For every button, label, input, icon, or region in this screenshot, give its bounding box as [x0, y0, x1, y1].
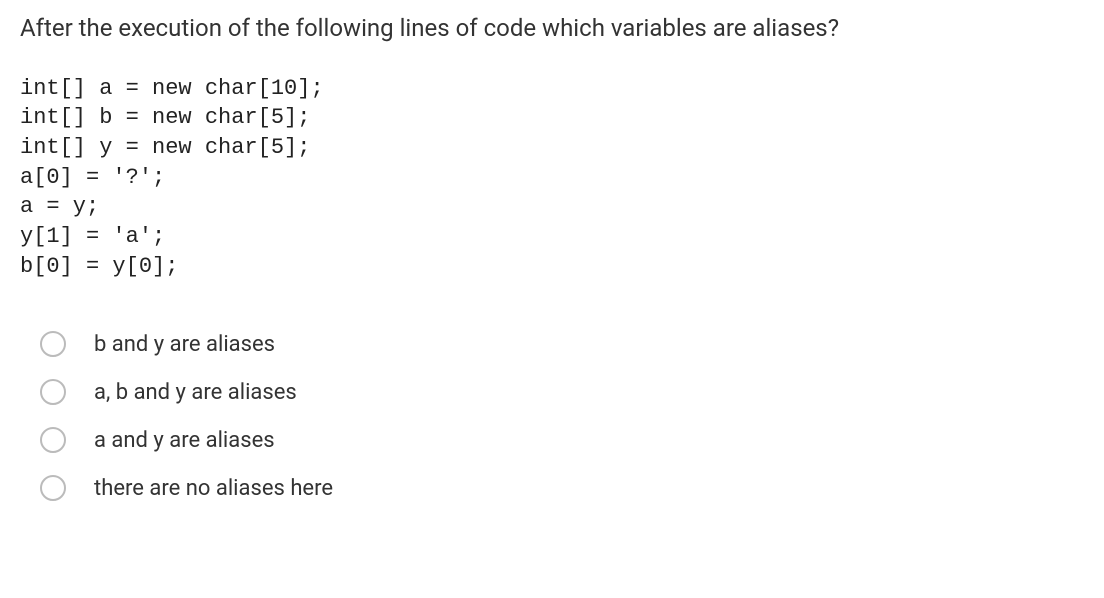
option-label: there are no aliases here	[94, 476, 333, 501]
option-row-0[interactable]: b and y are aliases	[40, 331, 1084, 357]
question-text: After the execution of the following lin…	[20, 12, 1084, 46]
code-block: int[] a = new char[10]; int[] b = new ch…	[20, 74, 1084, 282]
radio-icon[interactable]	[40, 475, 66, 501]
radio-icon[interactable]	[40, 379, 66, 405]
option-row-2[interactable]: a and y are aliases	[40, 427, 1084, 453]
option-label: b and y are aliases	[94, 332, 275, 357]
option-row-1[interactable]: a, b and y are aliases	[40, 379, 1084, 405]
option-label: a, b and y are aliases	[94, 380, 297, 405]
option-label: a and y are aliases	[94, 428, 275, 453]
options-container: b and y are aliases a, b and y are alias…	[20, 331, 1084, 501]
option-row-3[interactable]: there are no aliases here	[40, 475, 1084, 501]
radio-icon[interactable]	[40, 331, 66, 357]
radio-icon[interactable]	[40, 427, 66, 453]
